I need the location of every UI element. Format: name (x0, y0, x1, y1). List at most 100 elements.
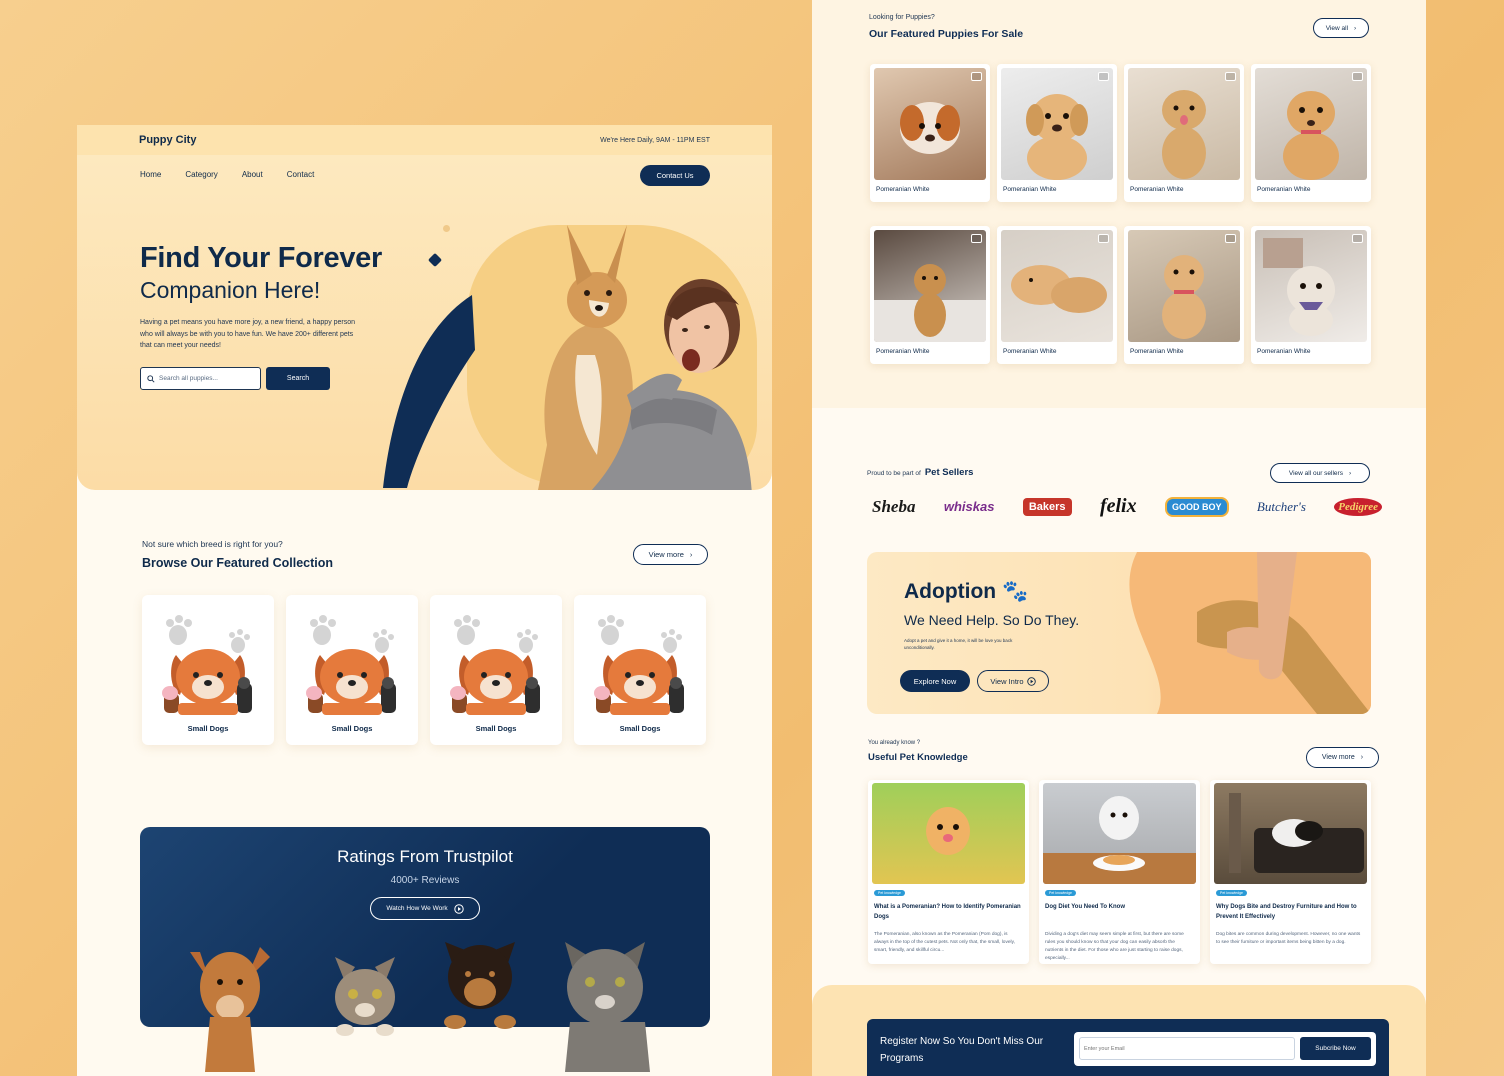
watch-how-we-work-button[interactable]: Watch How We Work (370, 897, 480, 920)
main-nav: Home Category About Contact (140, 170, 314, 179)
search-icon (147, 374, 155, 383)
article-title[interactable]: What is a Pomeranian? How to Identify Po… (874, 903, 1022, 922)
search-input[interactable]: Search all puppies... (140, 367, 261, 390)
puppy-photo (1001, 68, 1113, 180)
video-icon (971, 234, 982, 243)
puppy-name: Pomeranian White (1130, 348, 1184, 355)
hand-and-paw-image (1197, 552, 1371, 714)
adoption-title-text: Adoption (904, 580, 997, 603)
breed-card[interactable]: Small Dogs (142, 595, 274, 745)
subscribe-button[interactable]: Subcribe Now (1300, 1037, 1371, 1060)
search-placeholder: Search all puppies... (159, 375, 218, 382)
video-icon (1225, 234, 1236, 243)
video-icon (971, 72, 982, 81)
puppy-card[interactable]: Pomeranian White (1124, 226, 1244, 364)
view-more-button[interactable]: View more › (633, 544, 708, 565)
video-icon (1352, 234, 1363, 243)
puppy-photo (874, 68, 986, 180)
article-excerpt: Dog bites are common during development.… (1216, 932, 1361, 945)
sellers-title: Pet Sellers (924, 467, 974, 478)
video-icon (1098, 234, 1109, 243)
butchers-logo[interactable]: Butcher's (1257, 499, 1306, 515)
felix-logo[interactable]: felix (1100, 495, 1137, 518)
puppy-cartoon-icon (306, 615, 396, 715)
nav-home[interactable]: Home (140, 170, 161, 179)
email-input[interactable] (1079, 1037, 1295, 1060)
puppy-card[interactable]: Pomeranian White (870, 226, 990, 364)
view-sellers-label: View all our sellers (1288, 469, 1343, 477)
article-title[interactable]: Dog Diet You Need To Know (1045, 903, 1193, 913)
article-tag: Pet knowledge (1216, 890, 1247, 896)
nav-contact[interactable]: Contact (287, 170, 315, 179)
good-boy-logo[interactable]: GOOD BOY (1164, 496, 1229, 517)
video-icon (1098, 72, 1109, 81)
pedigree-logo[interactable]: Pedigree (1334, 497, 1382, 516)
view-all-label: View all (1325, 24, 1349, 32)
play-icon (453, 903, 464, 914)
video-icon (1352, 72, 1363, 81)
nav-category[interactable]: Category (185, 170, 217, 179)
article-image (872, 783, 1025, 884)
view-all-button[interactable]: View all › (1313, 18, 1369, 38)
video-icon (1225, 72, 1236, 81)
article-image (1214, 783, 1367, 884)
breed-label: Small Dogs (187, 724, 229, 733)
puppy-photo (1001, 230, 1113, 342)
hero-description: Having a pet means you have more joy, a … (140, 319, 356, 349)
knowledge-view-more-button[interactable]: View more › (1306, 747, 1379, 768)
chevron-right-icon: › (1348, 469, 1352, 477)
pets-lineup-image (190, 942, 650, 1072)
puppy-card[interactable]: Pomeranian White (997, 64, 1117, 202)
subscribe-form: Subcribe Now (1074, 1032, 1376, 1066)
puppy-name: Pomeranian White (1003, 348, 1057, 355)
breed-label: Small Dogs (619, 724, 661, 733)
adoption-title: Adoption 🐾 (904, 580, 1028, 604)
puppy-cartoon-icon (594, 615, 684, 715)
sellers-heading: Proud to be part of Pet Sellers (867, 467, 973, 478)
bakers-logo[interactable]: Bakers (1022, 497, 1072, 516)
explore-now-button[interactable]: Explore Now (900, 670, 970, 692)
article-title[interactable]: Why Dogs Bite and Destroy Furniture and … (1216, 903, 1364, 922)
breed-label: Small Dogs (475, 724, 517, 733)
puppy-card[interactable]: Pomeranian White (1124, 64, 1244, 202)
puppy-photo (1255, 68, 1367, 180)
puppy-photo (1128, 68, 1240, 180)
article-tag: Pet knowledge (1045, 890, 1076, 896)
sellers-prefix: Proud to be part of (867, 470, 921, 477)
trust-title: Ratings From Trustpilot (337, 847, 513, 866)
knowledge-view-more-label: View more (1321, 754, 1355, 761)
nav-about[interactable]: About (242, 170, 263, 179)
adoption-subtitle: We Need Help. So Do They. (904, 612, 1080, 628)
breed-card[interactable]: Small Dogs (430, 595, 562, 745)
view-all-sellers-button[interactable]: View all our sellers › (1270, 463, 1370, 483)
breed-card[interactable]: Small Dogs (286, 595, 418, 745)
paw-icon: 🐾 (1001, 580, 1029, 603)
seller-logos: Sheba whiskas Bakers felix GOOD BOY Butc… (872, 495, 1382, 518)
whiskas-logo[interactable]: whiskas (944, 499, 995, 514)
breed-cards: Small Dogs Small Dogs Small Dogs Small D… (142, 595, 706, 745)
puppy-card[interactable]: Pomeranian White (870, 64, 990, 202)
woman-with-corgi-image (538, 225, 752, 490)
puppy-name: Pomeranian White (1130, 186, 1184, 193)
puppy-card[interactable]: Pomeranian White (1251, 64, 1371, 202)
contact-us-button[interactable]: Contact Us (640, 165, 710, 186)
adoption-description: Adopt a pet and give it a home, it will … (904, 638, 1013, 650)
puppy-cartoon-icon (162, 615, 252, 715)
puppy-card[interactable]: Pomeranian White (997, 226, 1117, 364)
puppy-photo (1128, 230, 1240, 342)
register-banner: Register Now So You Don't Miss Our Progr… (867, 1019, 1389, 1076)
article-card[interactable]: Pet knowledge What is a Pomeranian? How … (868, 780, 1029, 964)
puppy-name: Pomeranian White (1257, 348, 1311, 355)
hero-subtitle: Companion Here! (140, 277, 321, 303)
breed-label: Small Dogs (331, 724, 373, 733)
article-card[interactable]: Pet knowledge Why Dogs Bite and Destroy … (1210, 780, 1371, 964)
sheba-logo[interactable]: Sheba (872, 497, 915, 517)
knowledge-cards: Pet knowledge What is a Pomeranian? How … (868, 780, 1371, 964)
breed-card[interactable]: Small Dogs (574, 595, 706, 745)
search-button[interactable]: Search (266, 367, 330, 390)
puppy-card[interactable]: Pomeranian White (1251, 226, 1371, 364)
article-card[interactable]: Pet knowledge Dog Diet You Need To Know … (1039, 780, 1200, 964)
brand-logo[interactable]: Puppy City (139, 134, 196, 146)
knowledge-question: You already know ? (868, 740, 921, 746)
view-intro-button[interactable]: View Intro (977, 670, 1049, 692)
